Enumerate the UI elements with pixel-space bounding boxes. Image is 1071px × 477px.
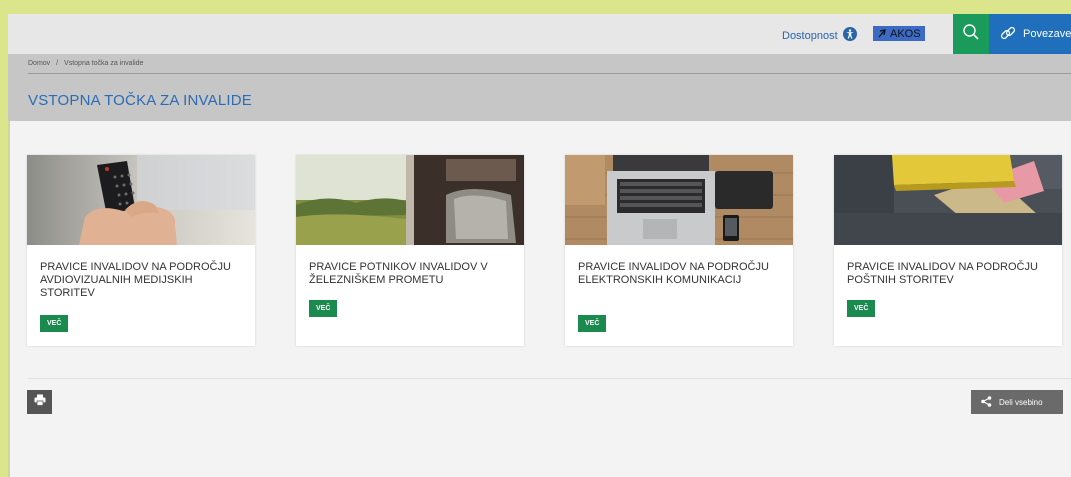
breadcrumb: Domov / Vstopna točka za invalide bbox=[28, 60, 147, 67]
card-title: PRAVICE POTNIKOV INVALIDOV V ŽELEZNIŠKEM… bbox=[309, 261, 488, 286]
train-window-photo bbox=[296, 155, 524, 245]
akos-logo[interactable]: AKOS bbox=[873, 26, 925, 41]
share-label: Deli vsebino bbox=[999, 397, 1043, 407]
breadcrumb-home[interactable]: Domov bbox=[28, 60, 50, 67]
search-button[interactable] bbox=[953, 14, 989, 54]
mailbox-envelopes-photo bbox=[834, 155, 1062, 245]
print-icon bbox=[34, 393, 46, 411]
breadcrumb-current: Vstopna točka za invalide bbox=[64, 60, 144, 67]
more-button[interactable]: VEČ bbox=[40, 315, 69, 332]
links-button[interactable]: Povezave bbox=[989, 14, 1071, 54]
content-divider bbox=[28, 378, 1071, 379]
breadcrumb-separator: / bbox=[56, 60, 59, 67]
card-electronic-communications[interactable]: PRAVICE INVALIDOV NA PODROČJU ELEKTRONSK… bbox=[565, 155, 793, 346]
share-icon bbox=[981, 395, 992, 409]
laptop-desk-photo bbox=[565, 155, 793, 245]
header-band: Domov / Vstopna točka za invalide VSTOPN… bbox=[8, 54, 1071, 121]
page-title: VSTOPNA TOČKA ZA INVALIDE bbox=[28, 92, 252, 109]
more-button[interactable]: VEČ bbox=[847, 300, 876, 317]
search-icon bbox=[962, 23, 980, 46]
card-title: PRAVICE INVALIDOV NA PODROČJU ELEKTRONSK… bbox=[578, 261, 769, 286]
tv-remote-photo bbox=[27, 155, 255, 245]
more-button[interactable]: VEČ bbox=[578, 315, 607, 332]
link-icon bbox=[999, 24, 1017, 45]
card-rail-passengers[interactable]: PRAVICE POTNIKOV INVALIDOV V ŽELEZNIŠKEM… bbox=[296, 155, 524, 346]
card-title: PRAVICE INVALIDOV NA PODROČJU AVDIOVIZUA… bbox=[40, 261, 231, 299]
accessibility-link[interactable]: Dostopnost bbox=[782, 27, 857, 44]
share-button[interactable]: Deli vsebino bbox=[971, 390, 1063, 414]
print-button[interactable] bbox=[27, 390, 52, 414]
accessibility-label: Dostopnost bbox=[782, 29, 838, 42]
more-button[interactable]: VEČ bbox=[309, 300, 338, 317]
links-label: Povezave bbox=[1023, 28, 1071, 40]
akos-logo-text: AKOS bbox=[890, 27, 921, 40]
header-divider bbox=[28, 73, 1071, 74]
top-bar: Dostopnost AKOS Povezave bbox=[8, 14, 1071, 54]
card-audiovisual[interactable]: PRAVICE INVALIDOV NA PODROČJU AVDIOVIZUA… bbox=[27, 155, 255, 346]
card-title: PRAVICE INVALIDOV NA PODROČJU POŠTNIH ST… bbox=[847, 261, 1038, 286]
page: Dostopnost AKOS Povezave Domov / Vstopna… bbox=[8, 14, 1071, 477]
akos-logo-mark bbox=[878, 29, 886, 38]
card-postal-services[interactable]: PRAVICE INVALIDOV NA PODROČJU POŠTNIH ST… bbox=[834, 155, 1062, 346]
accessibility-icon bbox=[842, 27, 857, 44]
